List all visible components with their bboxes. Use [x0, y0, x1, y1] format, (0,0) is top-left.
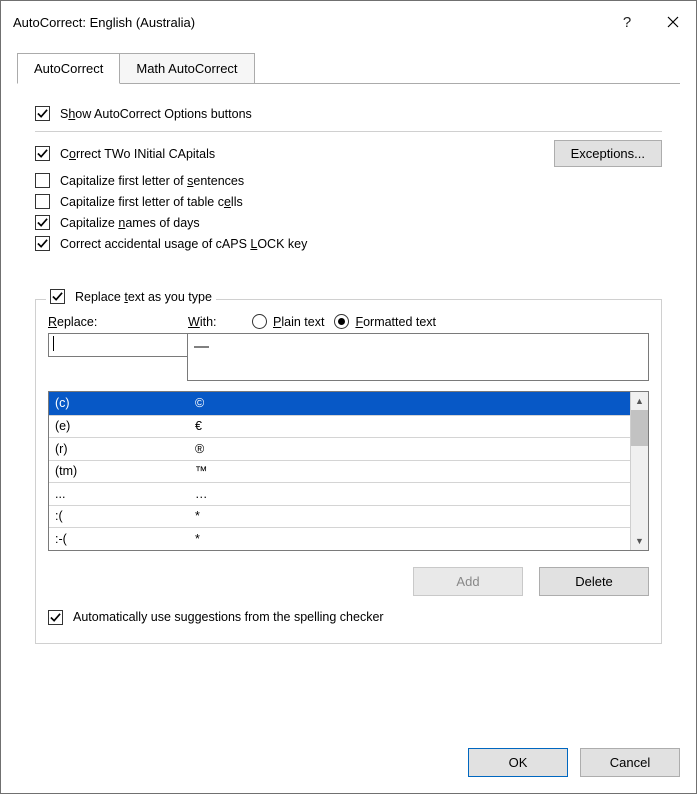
exceptions-button[interactable]: Exceptions...	[554, 140, 662, 167]
add-button[interactable]: Add	[413, 567, 523, 596]
checkbox-option-0[interactable]	[35, 146, 50, 161]
table-cell-replace: ...	[49, 487, 189, 501]
label-option-3: Capitalize names of days	[60, 216, 200, 230]
label-formatted-text: Formatted text	[355, 315, 436, 329]
scroll-down-icon[interactable]: ▼	[631, 532, 648, 550]
replace-input[interactable]	[48, 333, 188, 357]
dialog-title: AutoCorrect: English (Australia)	[13, 15, 604, 30]
help-button[interactable]: ?	[604, 1, 650, 43]
label-show-options: Show AutoCorrect Options buttons	[60, 107, 252, 121]
table-cell-with: *	[189, 509, 630, 523]
table-cell-with: …	[189, 487, 630, 501]
label-option-1: Capitalize first letter of sentences	[60, 174, 244, 188]
label-replace: Replace:	[48, 315, 188, 329]
table-cell-with: ®	[189, 442, 630, 456]
radio-plain-text[interactable]	[252, 314, 267, 329]
cancel-button[interactable]: Cancel	[580, 748, 680, 777]
autocorrect-table: (c)©(e)€(r)®(tm)™...…:(*:-(* ▲ ▼	[48, 391, 649, 551]
table-row[interactable]: (tm)™	[49, 460, 630, 483]
label-option-2: Capitalize first letter of table cells	[60, 195, 243, 209]
label-plain-text: Plain text	[273, 315, 324, 329]
replace-group: Replace text as you type Replace: With: …	[35, 299, 662, 644]
table-cell-replace: :(	[49, 509, 189, 523]
label-replace-text: Replace text as you type	[75, 290, 212, 304]
table-row[interactable]: :(*	[49, 505, 630, 528]
footer: OK Cancel	[1, 734, 696, 793]
table-cell-replace: (e)	[49, 419, 189, 433]
scroll-thumb[interactable]	[631, 410, 648, 446]
label-spellcheck: Automatically use suggestions from the s…	[73, 610, 384, 624]
tab-autocorrect[interactable]: AutoCorrect	[17, 53, 120, 84]
checkbox-option-3[interactable]	[35, 215, 50, 230]
checkbox-show-options[interactable]	[35, 106, 50, 121]
radio-formatted-text[interactable]	[334, 314, 349, 329]
table-cell-replace: (c)	[49, 396, 189, 410]
tab-math[interactable]: Math AutoCorrect	[119, 53, 254, 84]
table-row[interactable]: ...…	[49, 482, 630, 505]
table-row[interactable]: (r)®	[49, 437, 630, 460]
table-row[interactable]: :-(*	[49, 527, 630, 550]
tabs: AutoCorrect Math AutoCorrect	[17, 53, 680, 84]
table-cell-with: ©	[189, 396, 630, 410]
label-with: With:	[188, 315, 246, 329]
table-cell-replace: (tm)	[49, 464, 189, 478]
checkbox-option-2[interactable]	[35, 194, 50, 209]
titlebar: AutoCorrect: English (Australia) ?	[1, 1, 696, 43]
checkbox-spellcheck[interactable]	[48, 610, 63, 625]
table-cell-replace: :-(	[49, 532, 189, 546]
with-input[interactable]: —	[187, 333, 649, 381]
table-row[interactable]: (e)€	[49, 415, 630, 438]
table-cell-with: *	[189, 532, 630, 546]
table-cell-with: ™	[189, 464, 630, 478]
close-button[interactable]	[650, 1, 696, 43]
table-cell-replace: (r)	[49, 442, 189, 456]
table-cell-with: €	[189, 419, 630, 433]
label-option-4: Correct accidental usage of cAPS LOCK ke…	[60, 237, 307, 251]
table-row[interactable]: (c)©	[49, 392, 630, 415]
label-option-0: Correct TWo INitial CApitals	[60, 147, 215, 161]
delete-button[interactable]: Delete	[539, 567, 649, 596]
scroll-up-icon[interactable]: ▲	[631, 392, 648, 410]
scrollbar[interactable]: ▲ ▼	[630, 392, 648, 550]
ok-button[interactable]: OK	[468, 748, 568, 777]
checkbox-replace-text[interactable]	[50, 289, 65, 304]
checkbox-option-4[interactable]	[35, 236, 50, 251]
checkbox-option-1[interactable]	[35, 173, 50, 188]
